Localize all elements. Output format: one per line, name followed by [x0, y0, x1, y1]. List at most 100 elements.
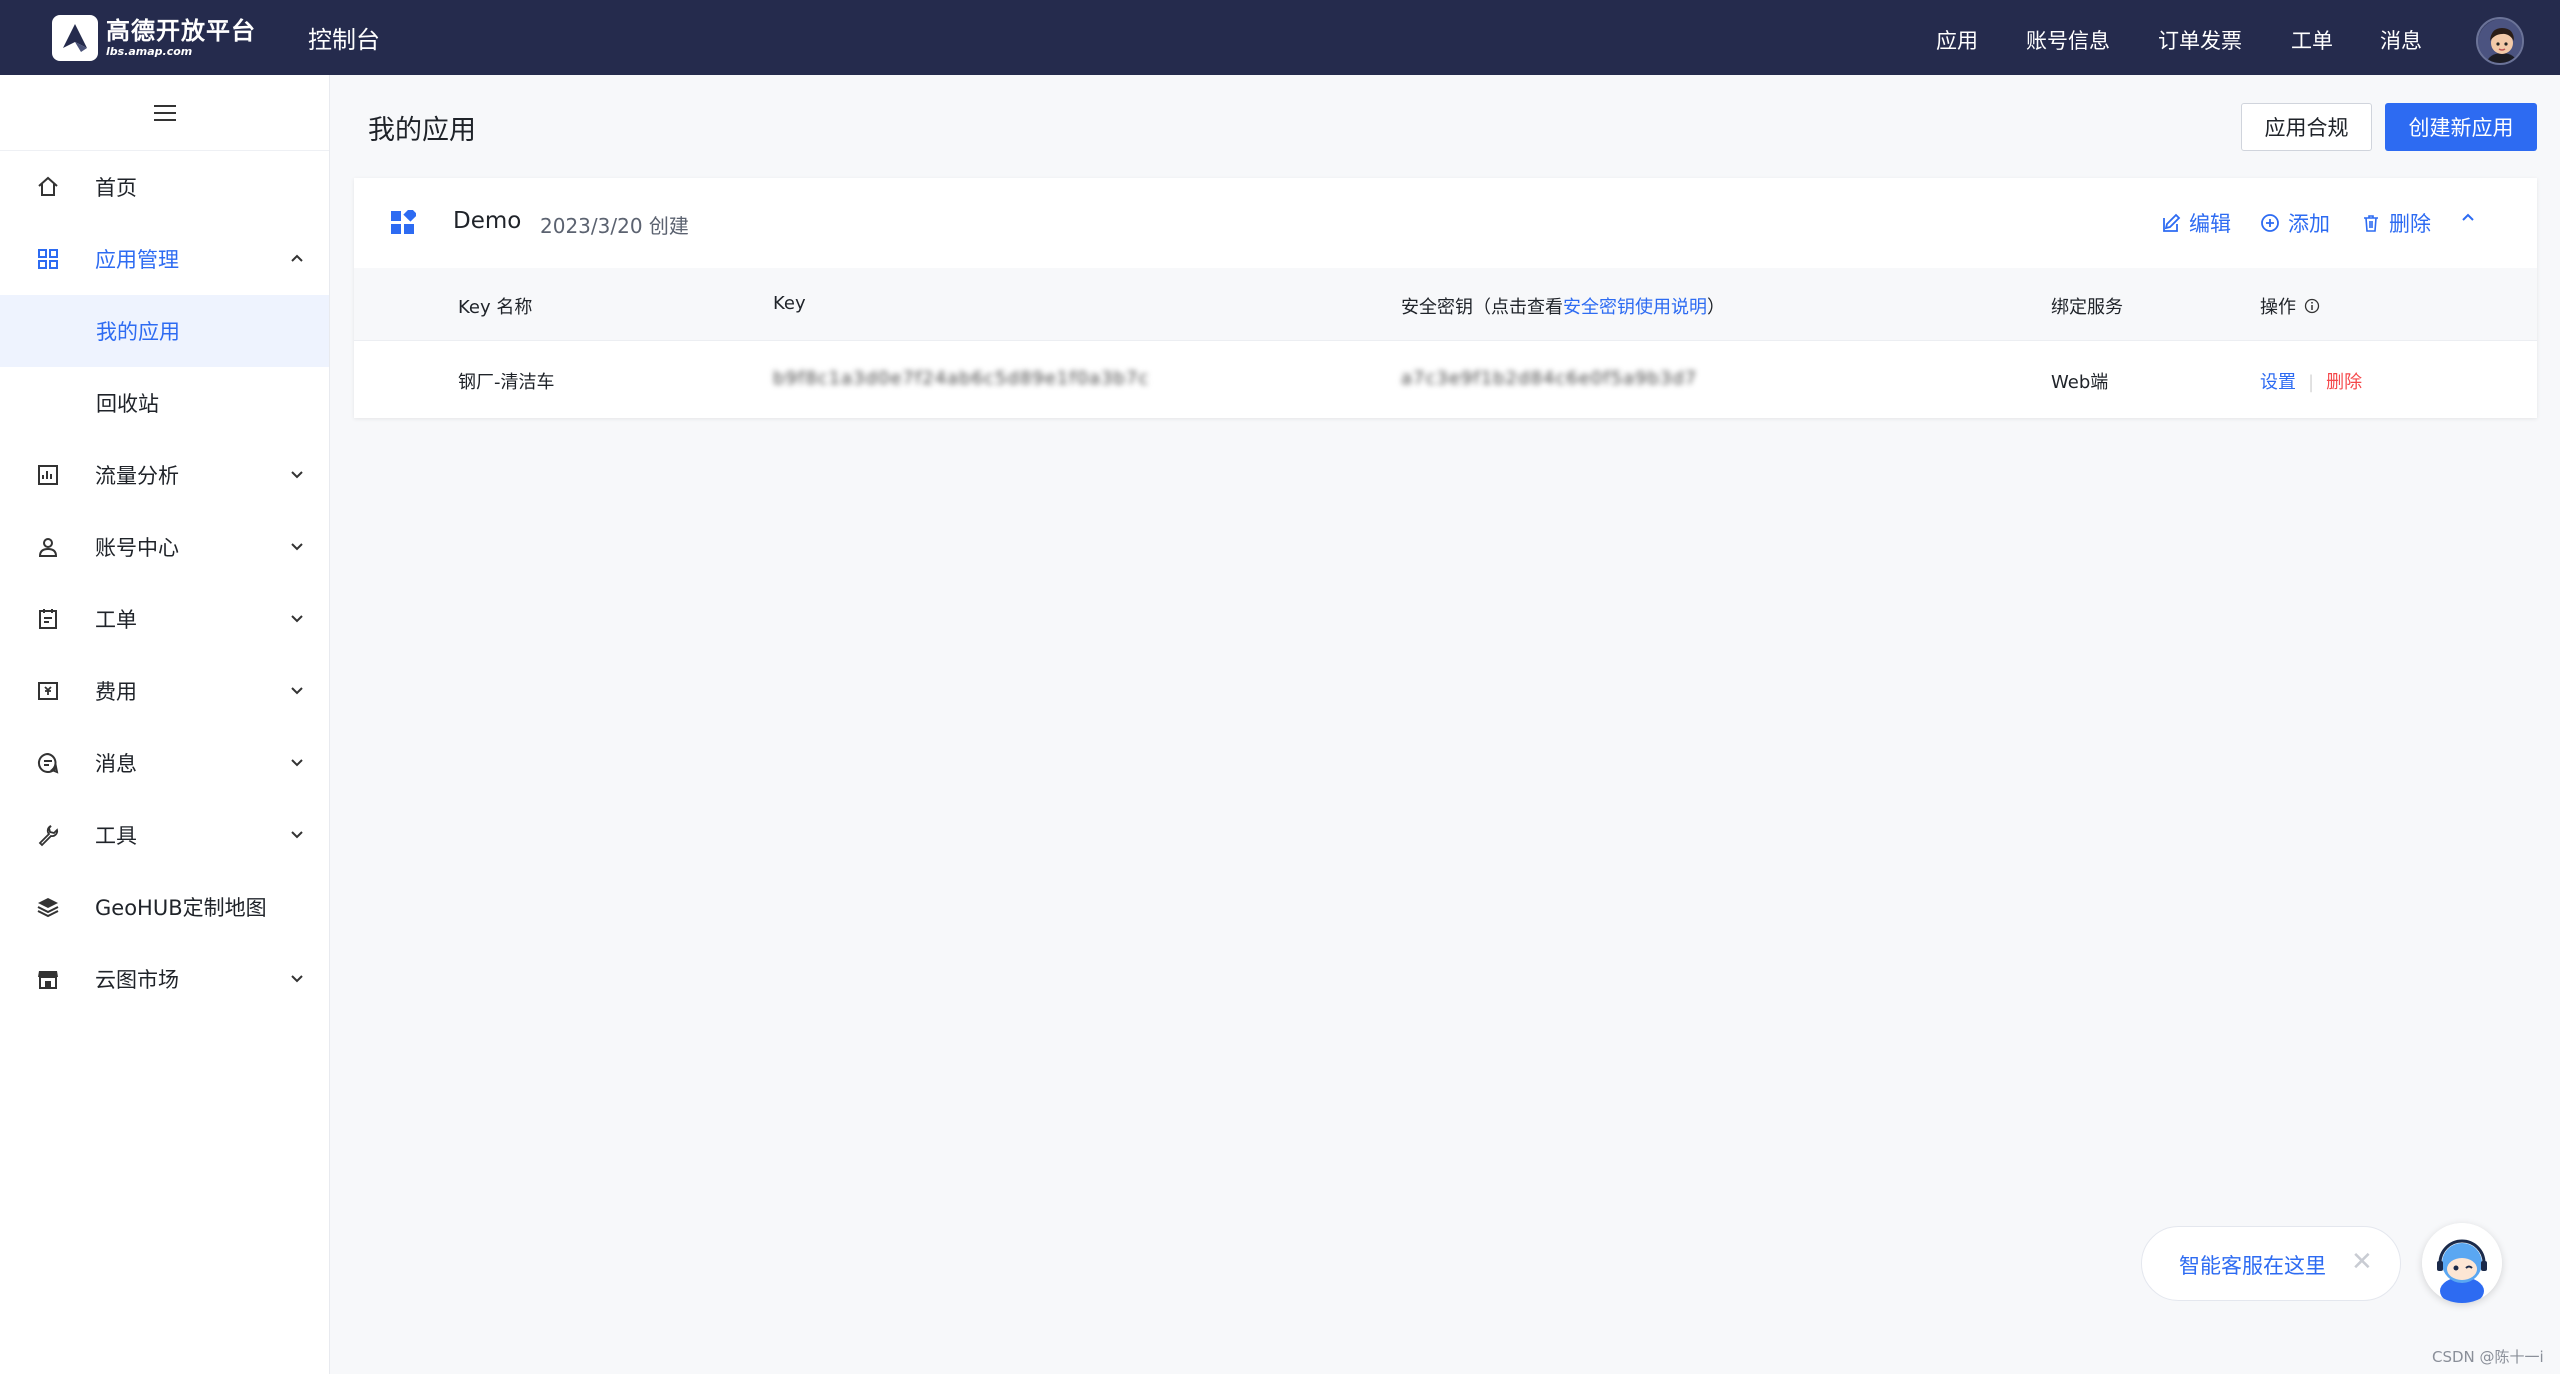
- app-card-header: Demo 2023/3/20 创建 编辑 添加 删除: [354, 178, 2537, 268]
- key-value-cell[interactable]: b9f8c1a3d0e7f24ab6c5d89e1f0a3b7c: [773, 368, 1149, 389]
- sidebar-item-tickets[interactable]: 工单: [0, 583, 329, 655]
- topnav-orders-invoices[interactable]: 订单发票: [2158, 25, 2242, 55]
- sidebar-item-traffic-analysis[interactable]: 流量分析: [0, 439, 329, 511]
- app-card: Demo 2023/3/20 创建 编辑 添加 删除 Key 名称 Key 安全…: [354, 178, 2537, 418]
- plus-circle-icon: [2261, 214, 2279, 232]
- logo-name: 高德开放平台: [106, 16, 256, 45]
- sidebar-item-cloud-market[interactable]: 云图市场: [0, 943, 329, 1015]
- topnav-apps[interactable]: 应用: [1936, 25, 1978, 55]
- secret-help-link[interactable]: 安全密钥使用说明: [1563, 297, 1707, 318]
- secret-header-text: 安全密钥（点击查看: [1401, 297, 1563, 318]
- chevron-down-icon: [291, 759, 303, 767]
- app-created-date: 2023/3/20 创建: [540, 214, 689, 238]
- sidebar-subitem-recycle-bin[interactable]: 回收站: [0, 367, 329, 439]
- home-icon: [38, 176, 58, 196]
- billing-icon: [38, 682, 58, 700]
- chevron-down-icon: [291, 471, 303, 479]
- chat-bubble[interactable]: 智能客服在这里 ✕: [2141, 1226, 2401, 1301]
- chevron-up-icon: [291, 254, 303, 262]
- sidebar-subitem-label: 我的应用: [96, 320, 180, 344]
- sidebar-item-account-center[interactable]: 账号中心: [0, 511, 329, 583]
- create-app-button[interactable]: 创建新应用: [2385, 103, 2537, 151]
- topnav-tickets[interactable]: 工单: [2291, 25, 2333, 55]
- console-title: 控制台: [308, 26, 380, 54]
- menu-icon: [153, 104, 176, 121]
- column-header-key: Key: [773, 293, 806, 314]
- topnav-account-info[interactable]: 账号信息: [2026, 25, 2110, 55]
- app-name: Demo: [453, 208, 522, 234]
- grid-icon: [38, 249, 58, 269]
- sidebar-collapse-button[interactable]: [0, 75, 329, 151]
- sidebar-item-label: 首页: [95, 176, 137, 200]
- edit-app-button[interactable]: 编辑: [2161, 208, 2231, 238]
- chevron-up-icon: [2462, 213, 2474, 221]
- amap-logo-icon: [52, 14, 98, 61]
- trash-icon: [2364, 215, 2378, 232]
- column-header-secret: 安全密钥（点击查看安全密钥使用说明）: [1401, 293, 1725, 319]
- sidebar-item-label: 消息: [95, 752, 137, 776]
- column-header-service: 绑定服务: [2051, 297, 2123, 318]
- secret-value-cell[interactable]: a7c3e9f1b2d84c6e0f5a9b3d7: [1401, 368, 1697, 389]
- sidebar-item-app-management[interactable]: 应用管理: [0, 223, 329, 295]
- info-icon[interactable]: [2304, 298, 2320, 314]
- sidebar-subitem-label: 回收站: [96, 392, 159, 416]
- page-title: 我的应用: [368, 115, 476, 146]
- add-key-button[interactable]: 添加: [2260, 208, 2330, 238]
- delete-app-button[interactable]: 删除: [2361, 208, 2431, 238]
- add-label: 添加: [2288, 212, 2330, 236]
- layers-icon: [37, 898, 59, 918]
- sidebar-item-label: 流量分析: [95, 464, 179, 488]
- edit-label: 编辑: [2189, 212, 2231, 236]
- chevron-down-icon: [291, 615, 303, 623]
- keys-table-header: Key 名称 Key 安全密钥（点击查看安全密钥使用说明） 绑定服务 操作: [354, 268, 2537, 341]
- sidebar-item-label: 工具: [95, 824, 137, 848]
- sidebar: 首页 应用管理 我的应用 回收站 流量分析 账号中心 工单 费用 消息 工具 G…: [0, 75, 330, 1374]
- customer-service-avatar[interactable]: [2422, 1223, 2502, 1303]
- sidebar-item-messages[interactable]: 消息: [0, 727, 329, 799]
- chart-icon: [38, 465, 58, 485]
- key-settings-link[interactable]: 设置: [2260, 372, 2296, 393]
- sidebar-item-geohub[interactable]: GeoHUB定制地图: [0, 871, 329, 943]
- watermark: CSDN @陈十一i: [2432, 1348, 2544, 1366]
- delete-label: 删除: [2389, 212, 2431, 236]
- user-icon: [38, 538, 58, 557]
- table-row: 钢厂-清洁车 b9f8c1a3d0e7f24ab6c5d89e1f0a3b7c …: [354, 341, 2537, 418]
- sidebar-item-billing[interactable]: 费用: [0, 655, 329, 727]
- message-icon: [37, 752, 59, 774]
- column-header-key-name: Key 名称: [458, 297, 533, 318]
- chevron-down-icon: [291, 975, 303, 983]
- sidebar-item-tools[interactable]: 工具: [0, 799, 329, 871]
- logo[interactable]: 高德开放平台 lbs.amap.com: [52, 0, 256, 75]
- sidebar-item-label: 账号中心: [95, 536, 179, 560]
- chevron-down-icon: [291, 543, 303, 551]
- wrench-icon: [38, 825, 58, 847]
- app-compliance-button[interactable]: 应用合规: [2241, 103, 2372, 151]
- chevron-down-icon: [291, 687, 303, 695]
- column-header-operation: 操作: [2260, 293, 2320, 319]
- secret-header-suffix: ）: [1707, 297, 1725, 318]
- service-cell: Web端: [2051, 372, 2109, 393]
- app-widgets-icon: [391, 210, 416, 234]
- key-delete-link[interactable]: 删除: [2326, 372, 2362, 393]
- ticket-icon: [39, 609, 57, 629]
- operation-header-text: 操作: [2260, 297, 2296, 318]
- edit-icon: [2163, 213, 2181, 232]
- close-icon[interactable]: ✕: [2351, 1247, 2373, 1277]
- sidebar-item-label: 应用管理: [95, 248, 179, 272]
- operation-cell: 设置 | 删除: [2260, 368, 2362, 394]
- sidebar-item-label: 费用: [95, 680, 137, 704]
- store-icon: [38, 971, 58, 989]
- sidebar-subitem-my-apps[interactable]: 我的应用: [0, 295, 329, 367]
- logo-url: lbs.amap.com: [106, 44, 193, 58]
- topnav-messages[interactable]: 消息: [2380, 25, 2422, 55]
- sidebar-item-label: 云图市场: [95, 968, 179, 992]
- sidebar-item-label: 工单: [95, 608, 137, 632]
- top-bar: 高德开放平台 lbs.amap.com 控制台 应用 账号信息 订单发票 工单 …: [0, 0, 2560, 75]
- chevron-down-icon: [291, 831, 303, 839]
- key-name-cell: 钢厂-清洁车: [458, 372, 555, 393]
- collapse-card-button[interactable]: [2459, 208, 2485, 226]
- avatar[interactable]: [2476, 17, 2524, 65]
- sidebar-item-label: GeoHUB定制地图: [95, 896, 267, 920]
- divider: |: [2308, 372, 2315, 393]
- sidebar-item-home[interactable]: 首页: [0, 151, 329, 223]
